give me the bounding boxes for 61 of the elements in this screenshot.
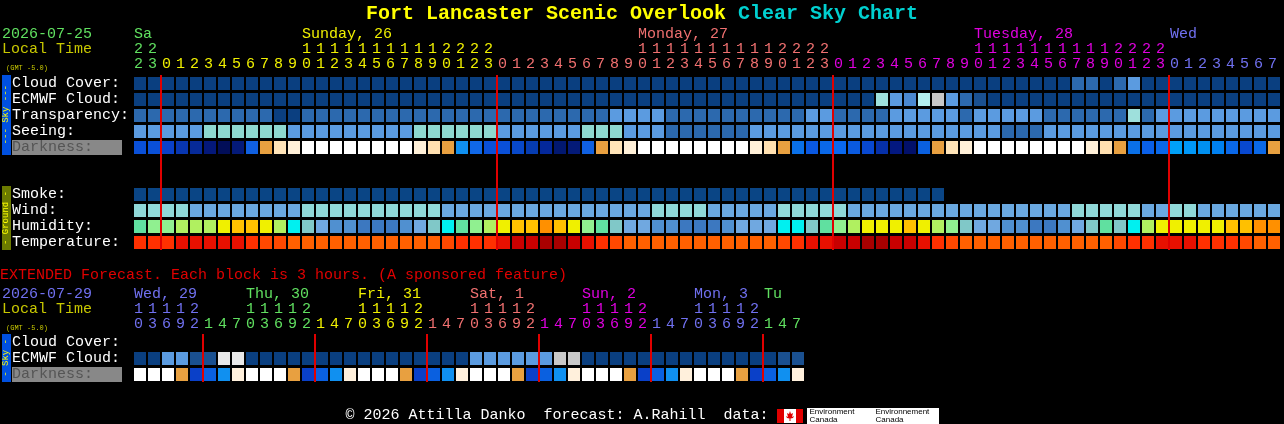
day-label: Mon, 3 [694, 286, 748, 303]
row-label: Humidity: [12, 219, 93, 234]
hour-digits: 14703692 [540, 316, 652, 333]
hour-digits: 23 [134, 56, 162, 73]
row-label: Cloud Cover: [12, 76, 121, 91]
midnight-line [762, 334, 764, 382]
date-label: 2026-07-29 [1, 287, 93, 302]
time-label: Local Time [1, 42, 93, 57]
site-name: Fort Lancaster Scenic Overlook [365, 2, 726, 25]
hour-digits: 03692 [134, 316, 204, 333]
hour-tens: 11111111112222 [638, 41, 835, 58]
date-label: 2026-07-25 [1, 27, 93, 42]
day-label: Tuesday, 28 [974, 26, 1074, 43]
hour-digits: 14703692 [204, 316, 316, 333]
day-label: Wed, 29 [134, 286, 197, 303]
hour-tens: 11112 [582, 301, 652, 318]
row-label: ECMWF Cloud: [12, 351, 121, 366]
notice-text: EXTENDED Forecast. Each block is 3 hours. (A sponsored feature) [0, 268, 569, 284]
hour-digits: 012345678901234567890123 [162, 56, 499, 73]
midnight-line [650, 334, 652, 382]
hour-digits: 147 [764, 316, 806, 333]
hour-tens: 11112 [470, 301, 540, 318]
day-label: Fri, 31 [358, 286, 421, 303]
day-label: Thu, 30 [246, 286, 309, 303]
time-label: Local Time [1, 302, 93, 317]
day-label: Tu [764, 286, 782, 303]
agency-text: Environment Canada [806, 407, 873, 424]
hour-digits: 14703692 [316, 316, 428, 333]
hour-digits: 14703692 [428, 316, 540, 333]
row-label: ECMWF Cloud: [12, 92, 121, 107]
row-label: Seeing: [12, 124, 75, 139]
row-label: Smoke: [12, 187, 66, 202]
row-label: Temperature: [12, 235, 121, 250]
hour-tens: 11111111112222 [974, 41, 1171, 58]
row-label: Cloud Cover: [12, 335, 121, 350]
day-label: Sunday, 26 [302, 26, 392, 43]
chart-name: Clear Sky Chart [738, 2, 919, 25]
hour-digits: 01234567 [1170, 56, 1282, 73]
day-label: Wed [1170, 26, 1197, 43]
flag-icon [776, 408, 803, 423]
credit-text: © 2026 Attilla Danko forecast: A.Rahill data: [345, 407, 769, 424]
day-label: Sun, 2 [582, 286, 636, 303]
midnight-line [538, 334, 540, 382]
hour-digits: 012345678901234567890123 [834, 56, 1171, 73]
hour-tens: 11112 [358, 301, 428, 318]
hour-tens: 11112 [694, 301, 764, 318]
hour-tens: 11111111112222 [302, 41, 499, 58]
day-label: Sa [134, 26, 152, 43]
hour-tens: 11112 [134, 301, 204, 318]
midnight-line [314, 334, 316, 382]
hour-tens: 22 [134, 41, 162, 58]
hour-digits: 14703692 [652, 316, 764, 333]
hour-digits: 012345678901234567890123 [498, 56, 835, 73]
row-label: Wind: [12, 203, 57, 218]
row-label: Transparency: [12, 108, 130, 123]
day-label: Monday, 27 [638, 26, 728, 43]
midnight-line [426, 334, 428, 382]
midnight-line [202, 334, 204, 382]
hour-tens: 11112 [246, 301, 316, 318]
agency-text: Environnement Canada [872, 407, 939, 424]
day-label: Sat, 1 [470, 286, 524, 303]
